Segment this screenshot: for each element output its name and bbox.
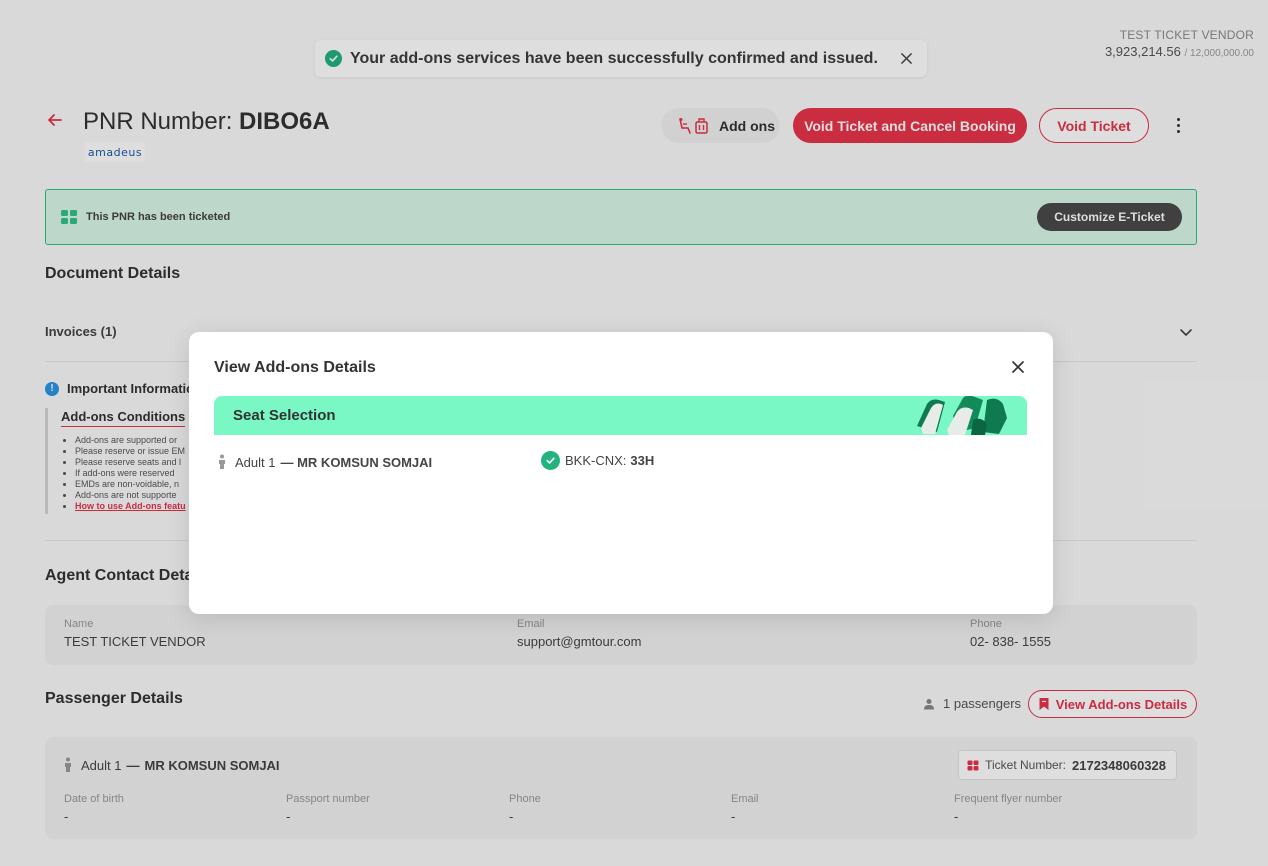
seat-illustration-icon xyxy=(913,396,1013,435)
modal-passenger-type: Adult 1 xyxy=(235,454,276,470)
seat-number: 33H xyxy=(630,453,655,468)
seat-assignment: BKK-CNX: 33H xyxy=(541,451,654,470)
seat-route: BKK-CNX: xyxy=(565,453,627,468)
modal-title: View Add-ons Details xyxy=(214,359,376,376)
check-icon xyxy=(541,451,560,470)
add-ons-details-modal: View Add-ons Details Seat Selection Adul… xyxy=(189,332,1053,614)
seat-selection-header: Seat Selection xyxy=(214,396,1027,435)
modal-passenger: Adult 1 — MR KOMSUN SOMJAI xyxy=(217,454,432,470)
modal-passenger-name: — MR KOMSUN SOMJAI xyxy=(280,454,433,470)
adult-icon xyxy=(217,454,227,470)
seat-selection-label: Seat Selection xyxy=(233,407,336,424)
close-icon[interactable] xyxy=(1009,358,1027,376)
